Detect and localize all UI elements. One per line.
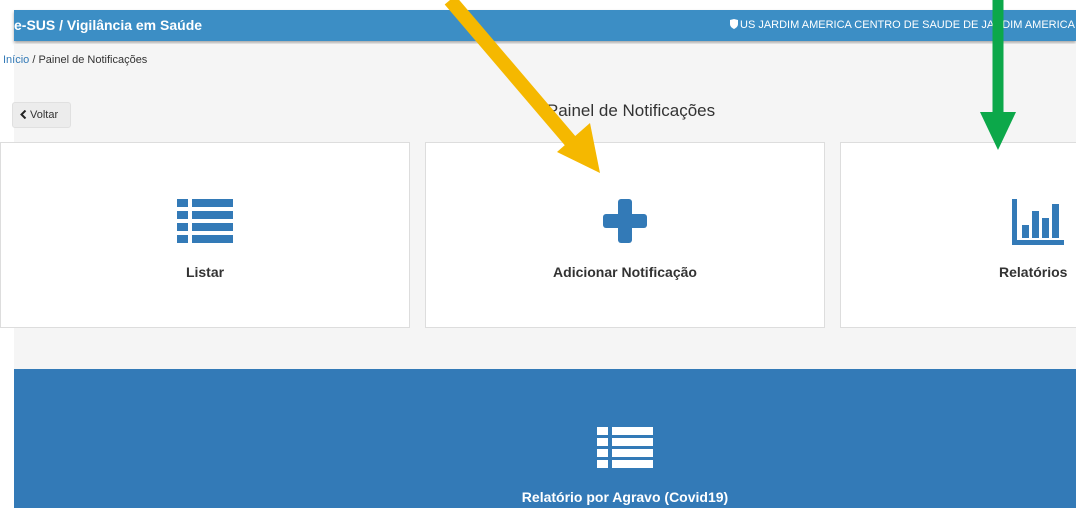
- card-adicionar-label: Adicionar Notificação: [553, 264, 697, 280]
- report-covid19-label: Relatório por Agravo (Covid19): [521, 489, 729, 505]
- page: e-SUS / Vigilância em Saúde US JARDIM AM…: [0, 0, 1076, 508]
- page-title: Painel de Notificações: [546, 101, 716, 120]
- back-button-label: Voltar: [30, 109, 59, 121]
- top-navbar: e-SUS / Vigilância em Saúde US JARDIM AM…: [14, 10, 1076, 41]
- breadcrumb: Início / Painel de Notificações: [3, 44, 1076, 84]
- breadcrumb-current: Painel de Notificações: [38, 54, 148, 66]
- breadcrumb-home-link[interactable]: Início: [3, 54, 29, 66]
- card-listar-label: Listar: [185, 264, 225, 280]
- health-unit-name: US JARDIM AMERICA CENTRO DE SAUDE DE JAR…: [740, 19, 1075, 31]
- card-listar[interactable]: Listar: [0, 142, 410, 328]
- card-relatorios[interactable]: Relatórios: [840, 142, 1076, 328]
- card-relatorios-label: Relatórios: [999, 264, 1068, 280]
- shield-icon: [730, 19, 738, 29]
- app-title[interactable]: e-SUS / Vigilância em Saúde: [14, 17, 202, 33]
- list-icon: [597, 427, 653, 474]
- health-unit-selector[interactable]: US JARDIM AMERICA CENTRO DE SAUDE DE JAR…: [730, 19, 1076, 31]
- list-icon: [177, 199, 233, 248]
- back-button[interactable]: Voltar: [12, 102, 71, 128]
- report-covid19-card[interactable]: Relatório por Agravo (Covid19): [14, 369, 1076, 508]
- plus-icon: [603, 199, 647, 248]
- bar-chart-icon: [1012, 199, 1064, 250]
- chevron-left-icon: [20, 109, 27, 120]
- card-adicionar-notificacao[interactable]: Adicionar Notificação: [425, 142, 825, 328]
